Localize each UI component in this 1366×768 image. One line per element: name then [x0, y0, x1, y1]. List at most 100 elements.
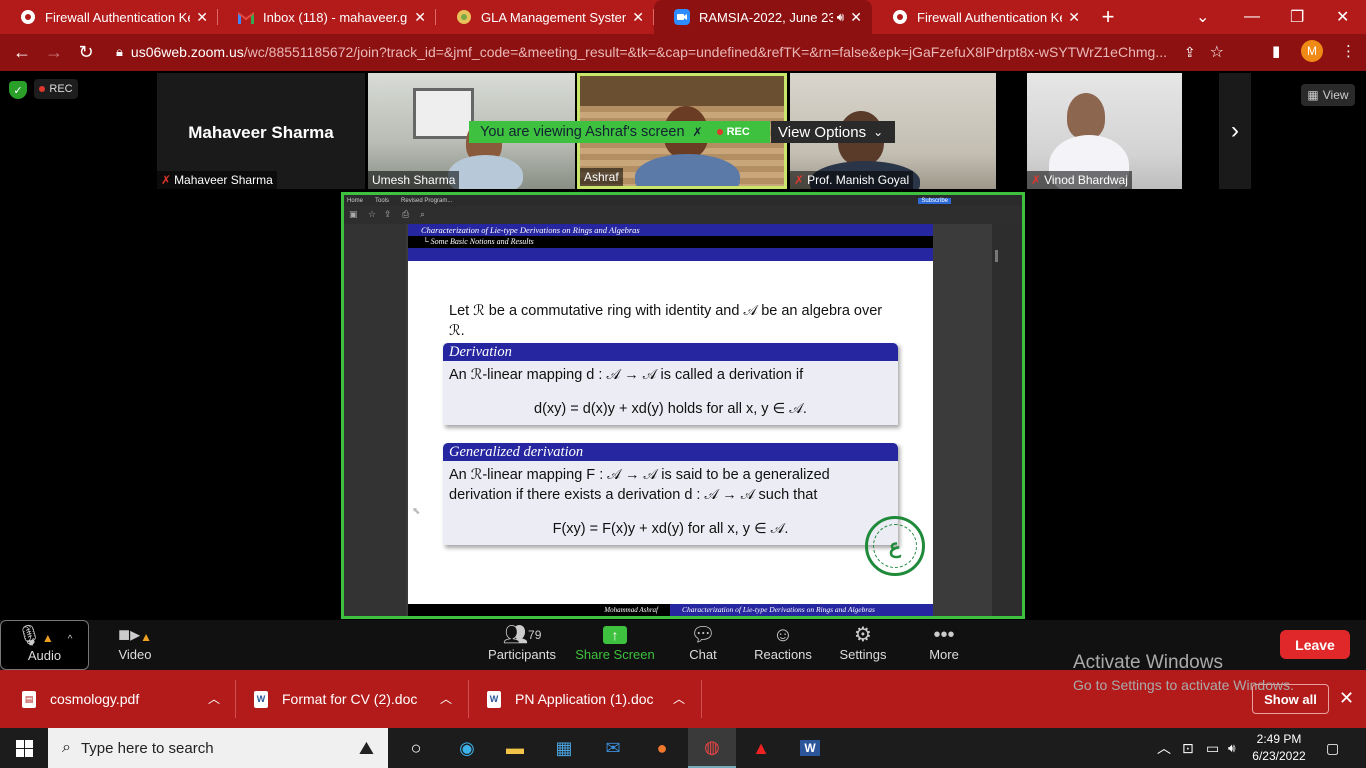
pdf-menu-tools[interactable]: Tools — [375, 198, 389, 204]
pdf-menu-bar: Home Tools Revised Program... Subscribe — [344, 195, 1022, 206]
tab-search-icon[interactable]: ⌄ — [1196, 0, 1209, 34]
view-options-dropdown[interactable]: View Options ⌄ — [771, 121, 895, 143]
forward-button[interactable]: → — [38, 37, 70, 69]
close-icon[interactable]: ✕ — [196, 9, 208, 26]
leave-button[interactable]: Leave — [1280, 630, 1350, 659]
download-item-cosmology[interactable]: ▤ cosmology.pdf ︿ — [22, 670, 220, 728]
tab-firewall-1[interactable]: Firewall Authentication Keep ✕ — [0, 0, 218, 34]
tab-title: Firewall Authentication Keep — [45, 9, 190, 25]
reactions-button[interactable]: ☺ Reactions — [754, 620, 812, 670]
tab-firewall-2[interactable]: Firewall Authentication Keep ✕ — [872, 0, 1090, 34]
pdf-right-panel: ◎ ▤ ▥ ▦ ▧ ✎ ▨ ▩ ▣ ▤ ▥ ⬡ ✂ — [992, 224, 1022, 616]
security-shield-icon[interactable]: ✓ — [9, 81, 27, 99]
display-icon[interactable]: ▭ — [1206, 728, 1219, 768]
print-icon[interactable]: ⎙ — [402, 209, 409, 220]
view-layout-button[interactable]: ▦ View — [1301, 84, 1355, 106]
pdf-scrollbar-thumb[interactable] — [995, 250, 998, 262]
more-button[interactable]: ••• More — [925, 620, 963, 670]
pdf-menu-home[interactable]: Home — [347, 198, 363, 204]
profile-avatar[interactable]: M — [1301, 40, 1323, 62]
muted-mic-icon: ✗ — [794, 173, 805, 187]
address-bar: ← → ↻ 🔒︎ us06web.zoom.us/wc/88551185672/… — [0, 34, 1366, 71]
maximize-button[interactable]: ❐ — [1290, 0, 1304, 34]
video-tile-vinod[interactable]: ✗ Vinod Bhardwaj — [1027, 73, 1182, 189]
next-page-arrow-icon[interactable]: › — [1219, 73, 1251, 189]
windows-taskbar: ⌕ Type here to search ⛰ ○ ◉ ▬ ▦ ✉ ● ◍ ▲ … — [0, 728, 1366, 768]
mouse-cursor-icon: ⬉ — [412, 506, 421, 517]
firefox-icon[interactable]: ● — [638, 728, 686, 768]
block-title: Generalized derivation — [443, 443, 898, 461]
settings-button[interactable]: ⚙ Settings — [838, 620, 888, 670]
tab-ramsia-zoom[interactable]: RAMSIA-2022, June 23-2 🔊︎ ✕ — [654, 0, 872, 34]
pdf-menu-doc[interactable]: Revised Program... — [401, 198, 452, 204]
mail-icon[interactable]: ✉ — [589, 728, 637, 768]
file-explorer-icon[interactable]: ▬ — [491, 728, 539, 768]
slide-footer: Mohammad Ashraf Characterization of Lie-… — [408, 604, 933, 616]
taskbar-search-box[interactable]: ⌕ Type here to search ⛰ — [48, 728, 388, 768]
speaker-icon[interactable]: 🔊︎ — [837, 10, 845, 25]
windows-start-icon[interactable] — [0, 728, 48, 768]
participant-name-tag: ✗ Vinod Bhardwaj — [1027, 171, 1132, 189]
lock-icon[interactable]: 🔒︎ — [116, 44, 123, 60]
chevron-up-icon: ︿ — [672, 692, 685, 706]
notification-icon[interactable]: ▢ — [1326, 728, 1339, 768]
chevron-down-icon: ⌄ — [873, 125, 884, 139]
reload-button[interactable]: ↻ — [70, 37, 102, 69]
download-item-cv[interactable]: W Format for CV (2).doc ︿ — [254, 670, 452, 728]
microsoft-store-icon[interactable]: ▦ — [540, 728, 588, 768]
video-button[interactable]: ■▸▲ Video — [105, 620, 165, 670]
network-icon[interactable]: ⊡ — [1182, 728, 1194, 768]
volume-icon[interactable]: 🔊︎ — [1228, 728, 1236, 768]
caret-up-icon: ^ — [67, 634, 73, 645]
participant-name-tag: Umesh Sharma — [368, 171, 460, 189]
pdf-left-panel — [344, 224, 406, 616]
star-icon[interactable]: ☆ — [368, 209, 376, 220]
muted-mic-icon: ✗ — [161, 173, 172, 187]
new-tab-button[interactable]: + — [1090, 0, 1126, 34]
grid-icon: ▦ — [1307, 88, 1319, 102]
tab-gmail[interactable]: Inbox (118) - mahaveer.gla@ ✕ — [218, 0, 436, 34]
video-camera-icon: ■▸ — [117, 624, 141, 646]
shared-screen[interactable]: Home Tools Revised Program... Subscribe … — [341, 192, 1025, 619]
close-icon[interactable]: ✕ — [850, 9, 862, 26]
chat-button[interactable]: 💬︎ Chat — [683, 620, 723, 670]
kebab-menu-icon[interactable]: ⋮ — [1341, 42, 1356, 60]
tab-gla[interactable]: GLA Management System ✕ — [436, 0, 654, 34]
close-icon[interactable]: ✕ — [1068, 9, 1080, 26]
recording-badge: REC — [34, 79, 78, 99]
chevron-up-icon: ︿ — [439, 692, 452, 706]
close-window-button[interactable]: ✕ — [1336, 0, 1349, 34]
share-icon[interactable]: ⇪ — [1184, 44, 1196, 61]
close-icon[interactable]: ✕ — [632, 9, 644, 26]
close-icon[interactable]: ✕ — [1339, 688, 1354, 709]
save-icon[interactable]: ▣ — [349, 209, 358, 220]
download-item-pn-application[interactable]: W PN Application (1).doc ︿ — [487, 670, 685, 728]
audio-button[interactable]: 🎙︎▲ ^ Audio — [0, 620, 89, 670]
self-name-display: Mahaveer Sharma — [188, 123, 334, 142]
word-icon[interactable]: W — [786, 728, 834, 768]
bookmark-star-icon[interactable]: ☆ — [1210, 42, 1224, 62]
minimize-button[interactable]: — — [1244, 0, 1260, 34]
url-field[interactable]: 🔒︎ us06web.zoom.us/wc/88551185672/join?t… — [110, 37, 1260, 67]
word-file-icon: W — [254, 690, 268, 708]
footer-title: Characterization of Lie-type Derivations… — [670, 604, 933, 616]
clock[interactable]: 2:49 PM 6/23/2022 — [1248, 731, 1310, 765]
participants-button[interactable]: 👥︎79 Participants — [484, 620, 560, 670]
task-view-icon[interactable]: ○ — [392, 728, 440, 768]
share-screen-button[interactable]: ↑ Share Screen — [574, 620, 656, 670]
chrome-taskbar-icon[interactable]: ◍ — [688, 728, 736, 768]
url-text: us06web.zoom.us/wc/88551185672/join?trac… — [130, 44, 1167, 60]
muted-mic-icon: ✗ — [1031, 173, 1042, 187]
zoom-search-icon[interactable]: ⌕ — [420, 209, 425, 220]
close-icon[interactable]: ✕ — [414, 9, 426, 26]
subscribe-button[interactable]: Subscribe — [918, 197, 951, 204]
tray-chevron-up-icon[interactable]: ︿ — [1157, 728, 1171, 768]
back-button[interactable]: ← — [6, 37, 38, 69]
tab-title: RAMSIA-2022, June 23-2 — [699, 9, 833, 25]
acrobat-reader-icon[interactable]: ▲ — [737, 728, 785, 768]
upload-icon[interactable]: ⇪ — [384, 209, 392, 220]
clock-time: 2:49 PM — [1256, 732, 1302, 746]
video-tile-self[interactable]: Mahaveer Sharma ✗ Mahaveer Sharma — [157, 73, 365, 189]
sidebar-panel-icon[interactable]: ▮ — [1272, 42, 1280, 60]
edge-browser-icon[interactable]: ◉ — [443, 728, 491, 768]
